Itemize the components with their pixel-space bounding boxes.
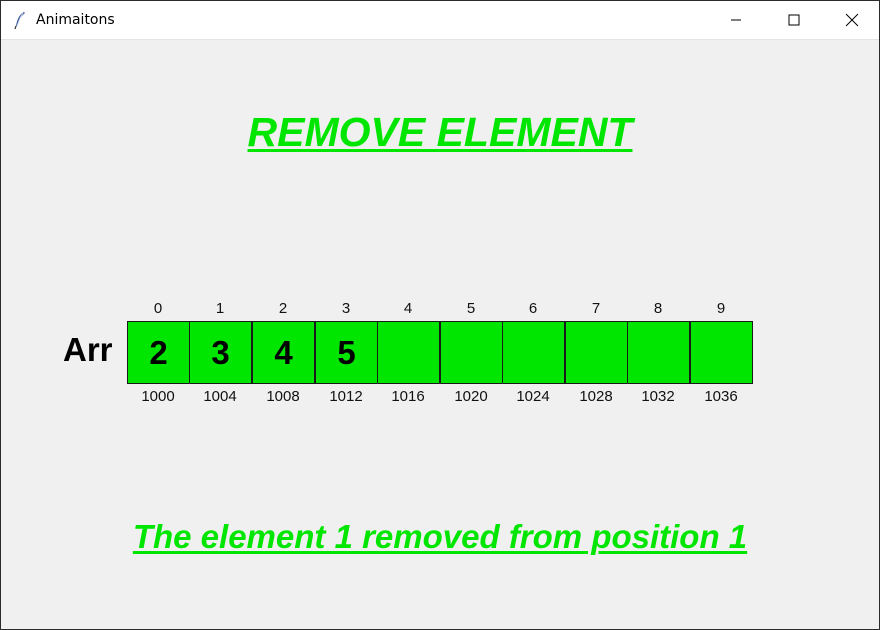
index-label: 9 <box>716 300 726 317</box>
page-title: REMOVE ELEMENT <box>247 109 633 155</box>
close-icon <box>845 13 859 27</box>
index-label: 0 <box>153 300 163 317</box>
address-label: 1000 <box>141 388 175 405</box>
maximize-icon <box>788 14 800 26</box>
address-label: 1016 <box>391 388 425 405</box>
index-label: 2 <box>278 300 288 317</box>
address-label: 1032 <box>641 388 675 405</box>
minimize-icon <box>731 19 741 21</box>
index-label: 3 <box>341 300 351 317</box>
array-cell <box>565 321 628 384</box>
status-message: The element 1 removed from position 1 <box>132 518 748 555</box>
close-button[interactable] <box>823 1 879 39</box>
index-label: 7 <box>591 300 601 317</box>
window-title: Animaitons <box>36 12 115 28</box>
address-label: 1004 <box>203 388 237 405</box>
array-cell: 2 <box>127 321 190 384</box>
maximize-button[interactable] <box>765 1 823 39</box>
array-cell <box>690 321 753 384</box>
app-window: Animaitons REMOVE ELEMENT Arr 0 1 2 3 4 … <box>0 0 880 630</box>
array-cell: 5 <box>315 321 378 384</box>
minimize-button[interactable] <box>707 1 765 39</box>
index-label: 6 <box>528 300 538 317</box>
address-label: 1020 <box>454 388 488 405</box>
index-label: 4 <box>403 300 413 317</box>
title-bar[interactable]: Animaitons <box>1 1 879 40</box>
array-cell <box>377 321 440 384</box>
address-label: 1024 <box>516 388 550 405</box>
index-label: 8 <box>653 300 663 317</box>
index-label: 5 <box>466 300 476 317</box>
feather-icon <box>10 10 30 30</box>
index-label: 1 <box>215 300 225 317</box>
array-cell <box>627 321 690 384</box>
array-cell <box>440 321 503 384</box>
array-label: Arr <box>63 331 113 368</box>
address-label: 1008 <box>266 388 300 405</box>
array-cell: 3 <box>189 321 252 384</box>
address-label: 1012 <box>329 388 363 405</box>
address-label: 1028 <box>579 388 613 405</box>
address-label: 1036 <box>704 388 738 405</box>
array-cells: 2 3 4 5 <box>127 321 753 384</box>
array-cell <box>502 321 565 384</box>
array-cell: 4 <box>252 321 315 384</box>
